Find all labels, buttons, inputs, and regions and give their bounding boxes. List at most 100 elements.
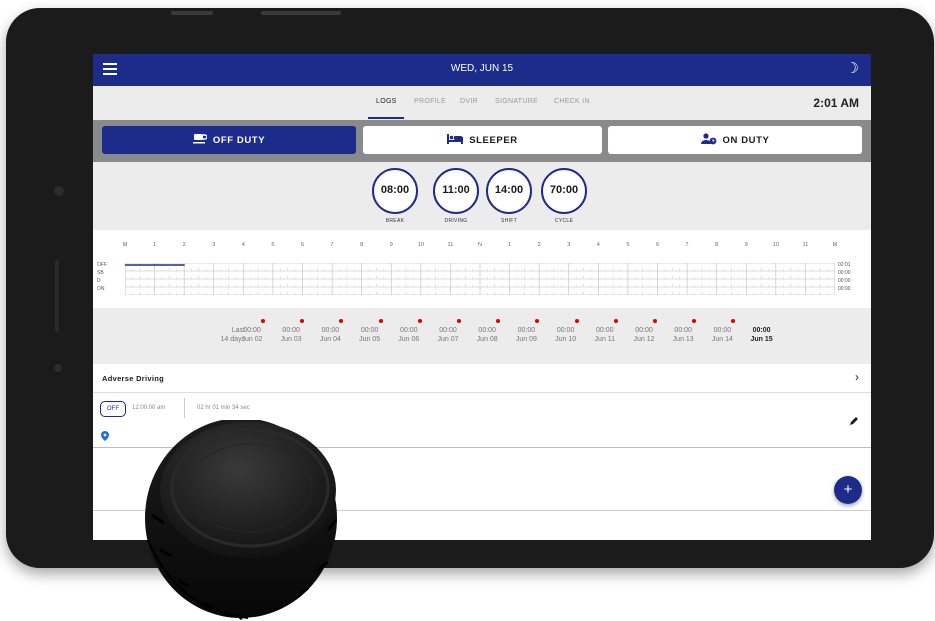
history-day[interactable]: 00:00 Jun 12 bbox=[625, 319, 663, 344]
history-day-time: 00:00 bbox=[321, 327, 340, 334]
status-badge: OFF bbox=[100, 401, 126, 417]
violation-dot bbox=[496, 319, 501, 323]
history-day[interactable]: 00:00 Jun 15 bbox=[743, 326, 781, 344]
history-day-date: Jun 15 bbox=[750, 336, 773, 343]
history-day[interactable]: 00:00 Jun 14 bbox=[703, 319, 741, 344]
history-day-time: 00:00 bbox=[478, 327, 496, 334]
duty-status-bar: OFF DUTY SLEEPER ON DUTY bbox=[93, 120, 871, 162]
history-day[interactable]: 00:00 Jun 03 bbox=[272, 319, 310, 344]
tab-signature[interactable]: SIGNATURE bbox=[495, 98, 538, 105]
coffee-cup-icon bbox=[192, 133, 208, 147]
on-duty-label: ON DUTY bbox=[722, 134, 770, 146]
hour-label: 4 bbox=[596, 242, 600, 248]
history-day[interactable]: 00:00 Jun 04 bbox=[311, 319, 349, 344]
sleeper-button[interactable]: SLEEPER bbox=[363, 126, 602, 154]
history-day-time: 00:00 bbox=[243, 327, 261, 334]
hour-label: N bbox=[478, 242, 482, 248]
hour-label: 9 bbox=[389, 242, 393, 248]
hour-label: 3 bbox=[212, 242, 216, 248]
history-day[interactable]: 00:00 Jun 06 bbox=[390, 319, 428, 344]
history-day-date: Jun 13 bbox=[672, 336, 694, 343]
history-day[interactable]: 00:00 Jun 05 bbox=[351, 319, 389, 344]
history-day-date: Jun 08 bbox=[476, 336, 498, 343]
total-on: 00:00 bbox=[838, 286, 851, 292]
history-day-time: 00:00 bbox=[400, 327, 418, 334]
history-day-time: 00:00 bbox=[674, 327, 692, 334]
shift-value: 14:00 bbox=[494, 184, 524, 196]
driving-gauge: 11:00 bbox=[433, 168, 479, 214]
chevron-right-icon: › bbox=[855, 370, 859, 384]
violation-dot bbox=[417, 319, 422, 323]
shift-gauge: 14:00 bbox=[486, 168, 532, 214]
adverse-driving-row[interactable]: Adverse Driving › bbox=[93, 364, 871, 393]
cycle-gauge: 70:00 bbox=[541, 168, 587, 214]
moon-icon[interactable]: ☽ bbox=[846, 61, 859, 77]
row-label-off: OFF bbox=[97, 262, 107, 268]
off-duty-button[interactable]: OFF DUTY bbox=[102, 126, 356, 154]
tablet-sensor bbox=[54, 364, 62, 372]
tab-logs[interactable]: LOGS bbox=[376, 98, 397, 105]
violation-dot bbox=[574, 319, 579, 323]
history-day[interactable]: 00:00 Jun 08 bbox=[468, 319, 506, 344]
history-day-date: Jun 05 bbox=[359, 336, 381, 343]
tab-dvir[interactable]: DVIR bbox=[460, 98, 478, 105]
tab-bar: LOGS PROFILE DVIR SIGNATURE CHECK IN 2:0… bbox=[93, 86, 871, 120]
hour-label: 5 bbox=[271, 242, 275, 248]
off-duty-label: OFF DUTY bbox=[212, 134, 266, 146]
hour-label: 9 bbox=[744, 242, 748, 248]
history-day-date: Jun 02 bbox=[241, 336, 263, 343]
hour-label: 2 bbox=[537, 242, 541, 248]
row-label-d: D bbox=[97, 278, 101, 284]
add-log-button[interactable]: + bbox=[834, 476, 862, 504]
total-sb: 00:00 bbox=[838, 270, 851, 276]
on-duty-button[interactable]: ON DUTY bbox=[608, 126, 862, 154]
hour-label: 10 bbox=[417, 242, 424, 248]
header-date: WED, JUN 15 bbox=[450, 63, 514, 74]
row-label-on: ON bbox=[97, 286, 105, 292]
violation-dot bbox=[731, 319, 736, 323]
map-pin-icon[interactable] bbox=[101, 428, 109, 446]
violation-dot bbox=[692, 319, 697, 323]
violation-dot bbox=[653, 319, 657, 323]
tab-profile[interactable]: PROFILE bbox=[414, 98, 446, 105]
history-day[interactable]: 00:00 Jun 02 bbox=[233, 319, 271, 344]
history-day-time: 00:00 bbox=[713, 327, 732, 334]
shift-label: SHIFT bbox=[501, 218, 517, 224]
history-day[interactable]: 00:00 Jun 09 bbox=[507, 319, 545, 344]
tablet-power-button bbox=[261, 11, 341, 15]
history-day-time: 00:00 bbox=[439, 327, 457, 334]
tab-check-in[interactable]: CHECK IN bbox=[554, 98, 590, 105]
history-day-time: 00:00 bbox=[635, 327, 653, 334]
driving-label: DRIVING bbox=[444, 218, 468, 224]
hour-label: 7 bbox=[330, 242, 334, 248]
hour-label: M bbox=[122, 242, 128, 248]
history-day-time: 00:00 bbox=[282, 327, 300, 334]
history-day-date: Jun 09 bbox=[515, 336, 537, 343]
hour-label: 10 bbox=[772, 242, 779, 248]
hour-label: 6 bbox=[300, 242, 305, 248]
violation-dot bbox=[613, 319, 618, 323]
history-day[interactable]: 00:00 Jun 10 bbox=[547, 319, 585, 344]
hour-label: 4 bbox=[241, 242, 245, 248]
hour-label: 1 bbox=[508, 242, 512, 248]
history-day[interactable]: 00:00 Jun 07 bbox=[429, 319, 467, 344]
history-day-date: Jun 07 bbox=[437, 336, 459, 343]
cycle-label: CYCLE bbox=[554, 218, 574, 224]
history-day-date: Jun 10 bbox=[555, 336, 577, 343]
log-history: Last 14 days 00:00 Jun 02 00:00 Jun 03 00:00… bbox=[93, 308, 871, 364]
pencil-icon[interactable] bbox=[849, 413, 859, 431]
total-d: 00:00 bbox=[838, 278, 851, 284]
history-day-time: 00:00 bbox=[596, 327, 614, 334]
hour-label: 11 bbox=[447, 242, 454, 248]
history-day-date: Jun 04 bbox=[319, 336, 341, 343]
history-day[interactable]: 00:00 Jun 11 bbox=[586, 319, 624, 344]
violation-dot bbox=[339, 319, 344, 323]
tablet-speaker bbox=[55, 260, 59, 332]
hour-label: 3 bbox=[567, 242, 571, 248]
violation-dot bbox=[261, 319, 265, 323]
history-day[interactable]: 00:00 Jun 13 bbox=[664, 319, 702, 344]
hour-label: 1 bbox=[153, 242, 157, 248]
bed-icon bbox=[447, 133, 464, 147]
app-header: WED, JUN 15 ☽ bbox=[93, 54, 871, 86]
history-day-date: Jun 03 bbox=[280, 336, 302, 343]
